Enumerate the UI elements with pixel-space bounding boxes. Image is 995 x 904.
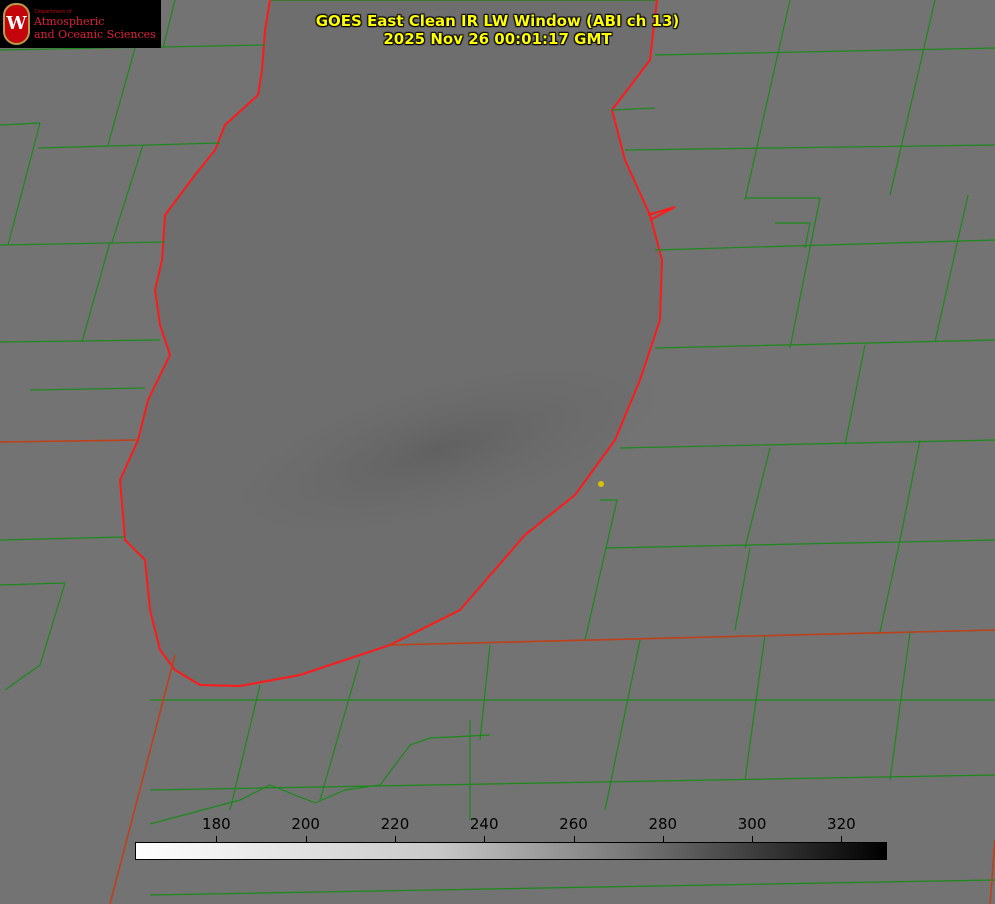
satellite-image-view: W Department of Atmospheric and Oceanic …: [0, 0, 995, 904]
image-timestamp: 2025 Nov 26 00:01:17 GMT: [383, 30, 612, 48]
ir-satellite-map: [0, 0, 995, 904]
colorbar-tick-label: 180: [202, 815, 231, 833]
colorbar-tick-label: 280: [648, 815, 678, 833]
colorbar-tick-mark: [573, 836, 575, 842]
location-marker: [598, 481, 604, 487]
colorbar-tick-mark: [841, 836, 843, 842]
colorbar-tick-label: 200: [291, 815, 320, 833]
colorbar-tick-mark: [394, 836, 396, 842]
colorbar-tick-label: 320: [827, 815, 856, 833]
colorbar-tick-mark: [752, 836, 754, 842]
image-title: GOES East Clean IR LW Window (ABI ch 13): [315, 12, 680, 30]
colorbar-tick-label: 240: [469, 815, 499, 833]
colorbar-tick-label: 300: [737, 815, 767, 833]
colorbar-tick-mark: [305, 836, 307, 842]
colorbar-tick-mark: [484, 836, 486, 842]
colorbar-tick-mark: [662, 836, 664, 842]
colorbar-tick-mark: [216, 836, 218, 842]
colorbar-tick-label: 260: [559, 815, 588, 833]
colorbar-tick-label: 220: [380, 815, 410, 833]
colorbar: [135, 842, 887, 860]
